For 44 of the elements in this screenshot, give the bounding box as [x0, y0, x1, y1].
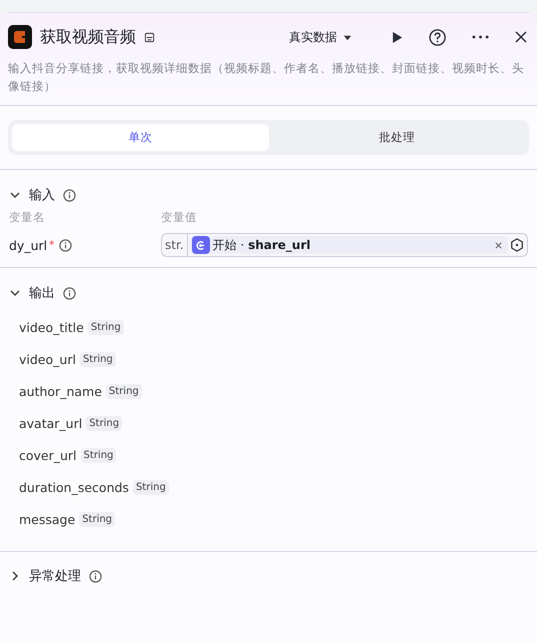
output-field-name: avatar_url: [19, 416, 82, 431]
reference-text: 开始 · share_url: [212, 236, 310, 254]
start-node-icon: [192, 236, 210, 254]
data-mode-dropdown[interactable]: 真实数据: [289, 28, 352, 46]
type-tag: String: [80, 448, 116, 463]
type-tag: String: [79, 512, 116, 527]
variable-name: dy_url: [9, 238, 48, 252]
description-text: 输入抖音分享链接，获取视频详细数据（视频标题、作者名、播放链接、封面链接、视频时长、头像链接）: [8, 60, 525, 95]
output-field-name: video_url: [19, 352, 76, 367]
variable-value-field[interactable]: str. 开始 · share_url: [161, 233, 528, 257]
hexagon-icon[interactable]: [510, 238, 524, 252]
section-title: 输出: [29, 285, 55, 302]
type-tag: String: [88, 320, 124, 335]
type-tag: String: [106, 384, 142, 399]
more-icon[interactable]: [472, 35, 489, 39]
section-title: 异常处理: [29, 568, 81, 585]
clear-icon[interactable]: [495, 242, 502, 248]
template-icon[interactable]: [144, 32, 155, 42]
close-icon[interactable]: [515, 31, 527, 43]
output-field-name: author_name: [19, 384, 102, 399]
info-icon[interactable]: [63, 286, 76, 300]
caret-icon: [343, 32, 352, 42]
info-icon[interactable]: [59, 238, 72, 252]
app-logo-icon: [8, 25, 32, 49]
type-tag: String: [86, 416, 122, 431]
tab[interactable]: 单次: [12, 124, 268, 151]
window-title: 获取视频音频: [40, 26, 136, 48]
info-icon[interactable]: [63, 188, 76, 202]
info-icon[interactable]: [89, 570, 102, 582]
output-field-name: message: [19, 512, 76, 527]
type-label: str.: [162, 234, 188, 256]
column-header: 变量名: [9, 210, 46, 225]
required-mark: *: [49, 239, 54, 251]
column-header: 变量值: [161, 210, 198, 225]
output-field-name: video_title: [19, 320, 84, 335]
help-icon[interactable]: [429, 28, 446, 46]
output-field-name: cover_url: [19, 448, 77, 463]
type-tag: String: [132, 480, 169, 495]
output-field-name: duration_seconds: [19, 480, 129, 495]
tab[interactable]: 批处理: [268, 124, 525, 151]
section-title: 输入: [29, 187, 55, 204]
type-tag: String: [80, 352, 116, 367]
play-icon[interactable]: [392, 30, 403, 44]
variable-reference[interactable]: 开始 · share_url: [190, 236, 508, 254]
